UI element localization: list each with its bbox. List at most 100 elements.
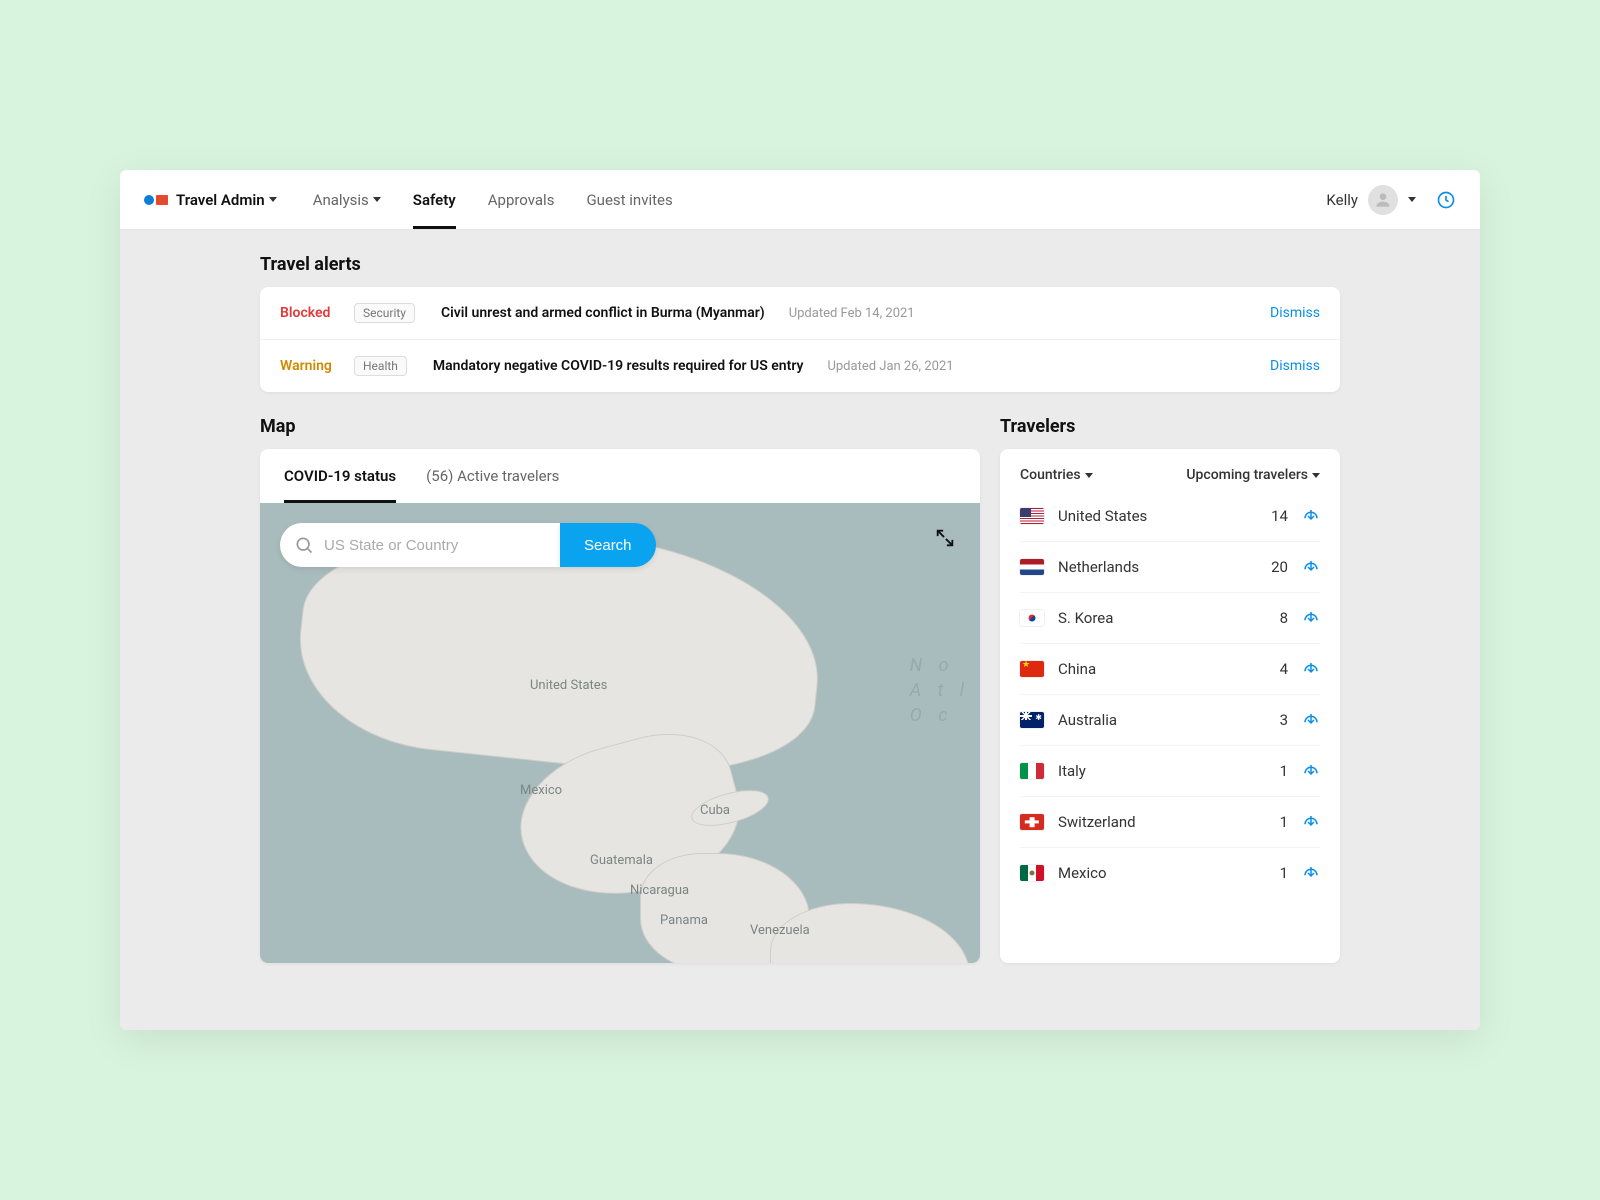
download-icon[interactable] [1302,711,1320,729]
download-icon[interactable] [1302,813,1320,831]
brand-title: Travel Admin [176,191,265,209]
nav-analysis-label: Analysis [313,191,369,209]
download-icon[interactable] [1302,762,1320,780]
nav-analysis[interactable]: Analysis [313,170,381,229]
user-menu[interactable]: Kelly [1326,185,1416,215]
brand-logo-icon [144,195,168,205]
map-tab-label: (56) Active travelers [426,467,559,485]
filter-upcoming[interactable]: Upcoming travelers [1186,467,1320,483]
search-input[interactable] [280,523,560,567]
flag-icon [1020,508,1044,524]
flag-icon [1020,814,1044,830]
filter-label: Countries [1020,467,1081,483]
nav-safety[interactable]: Safety [413,170,456,229]
flag-icon [1020,610,1044,626]
alert-message: Mandatory negative COVID-19 results requ… [433,358,804,374]
traveler-count: 14 [1271,507,1288,525]
nav-guest-invites[interactable]: Guest invites [586,170,672,229]
ocean-label-line: A t l [910,678,970,703]
alert-dismiss-button[interactable]: Dismiss [1270,358,1320,374]
map-tab-label: COVID-19 status [284,467,396,485]
main-nav: Analysis Safety Approvals Guest invites [313,170,673,229]
expand-icon[interactable] [934,527,956,549]
flag-icon [1020,559,1044,575]
traveler-country: Italy [1058,762,1280,780]
download-icon[interactable] [1302,507,1320,525]
avatar-icon [1368,185,1398,215]
traveler-count: 20 [1271,558,1288,576]
map-label: Nicaragua [630,883,689,898]
traveler-row: Italy 1 [1020,746,1320,797]
map-tab-covid[interactable]: COVID-19 status [284,449,396,503]
brand-dropdown[interactable]: Travel Admin [144,191,277,209]
ocean-label-line: O c [910,703,970,728]
traveler-country: China [1058,660,1280,678]
download-icon[interactable] [1302,864,1320,882]
alerts-title: Travel alerts [260,254,1340,275]
traveler-count: 1 [1280,762,1288,780]
traveler-row: Australia 3 [1020,695,1320,746]
nav-approvals-label: Approvals [488,191,555,209]
search-button[interactable]: Search [560,523,656,567]
alert-message: Civil unrest and armed conflict in Burma… [441,305,765,321]
map-card: COVID-19 status (56) Active travelers [260,449,980,963]
traveler-row: China 4 [1020,644,1320,695]
filter-countries[interactable]: Countries [1020,467,1093,483]
map-title: Map [260,416,980,437]
flag-icon [1020,865,1044,881]
flag-icon [1020,763,1044,779]
map-label: Cuba [700,803,730,818]
download-icon[interactable] [1302,660,1320,678]
travelers-filters: Countries Upcoming travelers [1020,467,1320,483]
caret-down-icon [1085,473,1093,478]
traveler-count: 8 [1280,609,1288,627]
travelers-list: United States 14 Netherlands 20 S. Korea… [1020,491,1320,898]
map-label: Guatemala [590,853,653,868]
lower-layout: Map COVID-19 status (56) Active traveler… [260,416,1340,963]
alert-row: Warning Health Mandatory negative COVID-… [260,340,1340,392]
ocean-label-line: N o [910,653,970,678]
flag-icon [1020,712,1044,728]
traveler-count: 1 [1280,864,1288,882]
alerts-card: Blocked Security Civil unrest and armed … [260,287,1340,392]
flag-icon [1020,661,1044,677]
alert-updated: Updated Jan 26, 2021 [827,359,953,374]
map-label: Venezuela [750,923,810,938]
map-label: Mexico [520,783,562,798]
traveler-country: S. Korea [1058,609,1280,627]
traveler-count: 4 [1280,660,1288,678]
ocean-label: N o A t l O c [910,653,970,729]
alert-level: Blocked [280,305,340,321]
caret-down-icon [1312,473,1320,478]
alert-tag: Health [354,356,407,376]
traveler-country: United States [1058,507,1271,525]
map-tabs: COVID-19 status (56) Active travelers [260,449,980,503]
alert-dismiss-button[interactable]: Dismiss [1270,305,1320,321]
travelers-card: Countries Upcoming travelers United Stat… [1000,449,1340,963]
travelers-column: Travelers Countries Upcoming travelers [1000,416,1340,963]
caret-down-icon [1408,197,1416,202]
download-icon[interactable] [1302,558,1320,576]
map-tab-active-travelers[interactable]: (56) Active travelers [426,449,559,503]
app-window: Travel Admin Analysis Safety Approvals G… [120,170,1480,1030]
map-canvas[interactable]: United States Mexico Cuba Guatemala Nica… [260,503,980,963]
traveler-country: Australia [1058,711,1280,729]
filter-label: Upcoming travelers [1186,467,1308,483]
clock-icon[interactable] [1436,190,1456,210]
nav-approvals[interactable]: Approvals [488,170,555,229]
nav-safety-label: Safety [413,191,456,209]
search-icon [294,535,314,555]
traveler-country: Netherlands [1058,558,1271,576]
search-wrap: Search [280,523,656,567]
traveler-count: 1 [1280,813,1288,831]
user-name: Kelly [1326,191,1358,209]
alert-updated: Updated Feb 14, 2021 [789,306,915,321]
alert-tag: Security [354,303,415,323]
topbar: Travel Admin Analysis Safety Approvals G… [120,170,1480,230]
traveler-row: Switzerland 1 [1020,797,1320,848]
caret-down-icon [373,197,381,202]
download-icon[interactable] [1302,609,1320,627]
map-label: Panama [660,913,708,928]
alert-level: Warning [280,358,340,374]
map-label: United States [530,678,607,693]
